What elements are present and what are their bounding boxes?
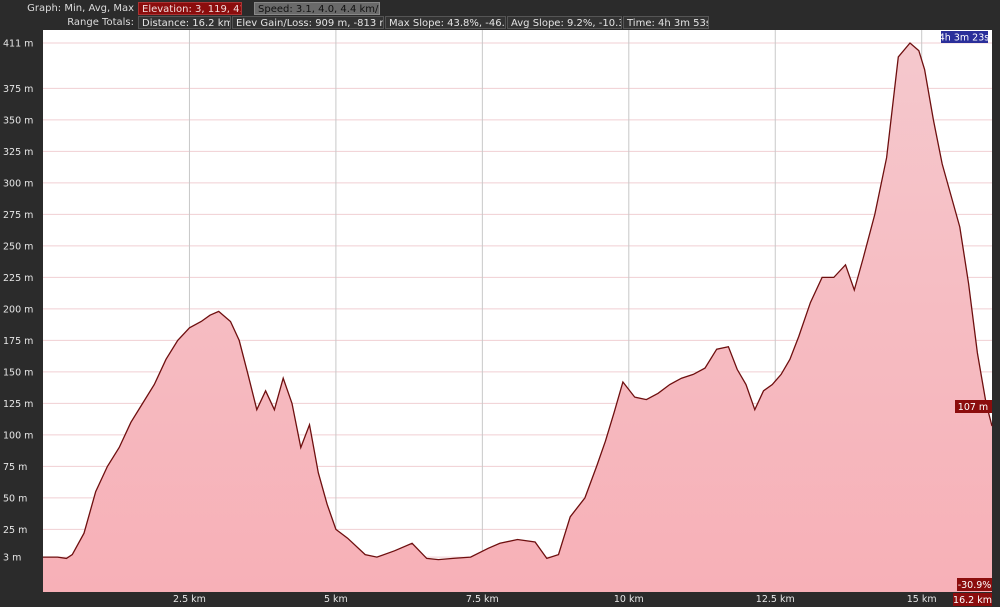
y-tick-label: 225 m [3, 273, 33, 284]
time-marker-label: 4h 3m 23s [939, 33, 989, 44]
elevation-marker-label: 107 m [958, 402, 988, 413]
x-tick-label: 5 km [324, 594, 348, 605]
x-tick-label: 12.5 km [756, 594, 795, 605]
elevation-marker: 107 m [955, 400, 992, 413]
y-tick-label: 100 m [3, 430, 33, 441]
elev-gain-loss-stat: Elev Gain/Loss: 909 m, -813 m [232, 16, 384, 29]
y-tick-label: 25 m [3, 525, 27, 536]
y-tick-label: 300 m [3, 178, 33, 189]
y-tick-label: 325 m [3, 147, 33, 158]
y-tick-label: 150 m [3, 367, 33, 378]
y-tick-label: 411 m [3, 39, 33, 50]
y-tick-label: 250 m [3, 241, 33, 252]
range-label: Range Totals: [67, 17, 134, 28]
x-tick-label: 15 km [907, 594, 937, 605]
max-slope-stat: Max Slope: 43.8%, -46.7% [385, 16, 506, 29]
distance-marker: 16.2 km [953, 593, 992, 606]
y-tick-label: 75 m [3, 462, 27, 473]
distance-marker-label: 16.2 km [953, 595, 992, 606]
distance-stat: Distance: 16.2 km [138, 16, 231, 29]
graph-label: Graph: Min, Avg, Max [27, 3, 134, 14]
y-tick-label: 350 m [3, 115, 33, 126]
y-tick-label: 175 m [3, 336, 33, 347]
avg-slope-stat: Avg Slope: 9.2%, -10.3% [507, 16, 622, 29]
time-stat: Time: 4h 3m 53s [623, 16, 709, 29]
y-tick-label: 200 m [3, 304, 33, 315]
x-tick-label: 10 km [614, 594, 644, 605]
x-tick-label: 7.5 km [466, 594, 499, 605]
speed-stat[interactable]: Speed: 3.1, 4.0, 4.4 km/h [254, 2, 380, 15]
y-tick-label: 125 m [3, 399, 33, 410]
y-tick-label: 50 m [3, 493, 27, 504]
elevation-chart[interactable]: 411 m 375 m 350 m 325 m 300 m 275 m 250 m 225 m… [0, 30, 1000, 607]
x-tick-label: 2.5 km [173, 594, 206, 605]
slope-marker-label: -30.9% [958, 580, 992, 591]
slope-marker: -30.9% [957, 578, 992, 591]
y-tick-label: 3 m [3, 553, 21, 564]
header-bar: Graph: Min, Avg, Max Elevation: 3, 119, … [0, 0, 1000, 30]
y-tick-label: 275 m [3, 210, 33, 221]
elevation-stat[interactable]: Elevation: 3, 119, 411 m [138, 2, 242, 15]
time-marker: 4h 3m 23s [939, 31, 989, 44]
y-tick-label: 375 m [3, 84, 33, 95]
